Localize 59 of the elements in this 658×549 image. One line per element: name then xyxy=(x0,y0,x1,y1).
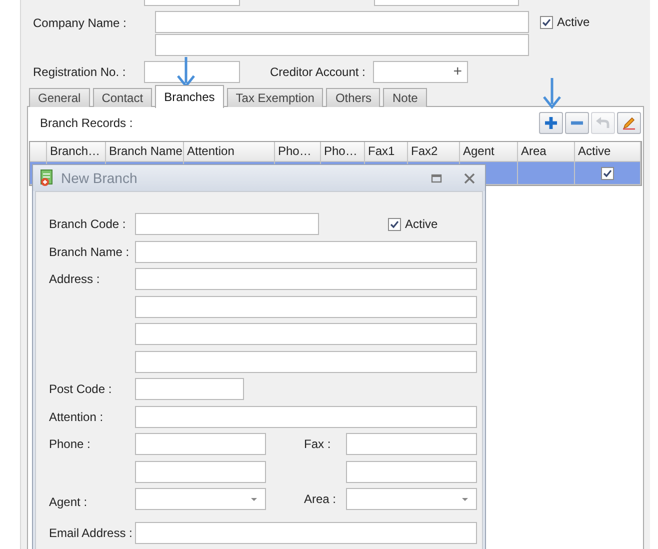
field-label: Post Code : xyxy=(49,381,113,398)
input-field[interactable] xyxy=(135,296,477,318)
pencil-icon xyxy=(621,115,637,131)
tab[interactable]: Branches xyxy=(155,85,224,108)
input-field[interactable] xyxy=(135,406,477,428)
input-field[interactable] xyxy=(135,240,477,262)
input-field[interactable] xyxy=(144,61,240,83)
input-field[interactable] xyxy=(135,268,477,290)
field-label: Email Address : xyxy=(49,524,134,542)
document-icon xyxy=(39,169,55,187)
checkbox[interactable] xyxy=(540,16,553,28)
down-arrow-icon xyxy=(542,78,562,109)
input-field[interactable] xyxy=(346,460,477,482)
input-field[interactable] xyxy=(135,350,477,372)
tab[interactable]: Note xyxy=(383,88,427,107)
checkbox[interactable] xyxy=(601,166,614,180)
field-label: Area : xyxy=(303,491,338,508)
field-label: Creditor Account : xyxy=(270,65,366,79)
field-label: Phone : xyxy=(49,436,92,453)
field-label: Attention : xyxy=(49,408,104,426)
dropdown-field[interactable] xyxy=(346,488,477,510)
tab[interactable]: General xyxy=(29,88,90,107)
add-button[interactable] xyxy=(539,112,563,134)
checkbox-label: Active xyxy=(405,217,438,231)
field-label: Branch Name : xyxy=(49,244,130,260)
close-icon xyxy=(464,172,475,184)
field-label: Agent : xyxy=(49,494,88,511)
field-label: Fax : xyxy=(303,436,332,453)
input-field[interactable] xyxy=(135,460,266,482)
input-field[interactable] xyxy=(346,433,477,455)
down-arrow-icon xyxy=(176,57,196,88)
caret-icon xyxy=(462,498,468,501)
tab[interactable]: Others xyxy=(326,88,380,107)
edit-button[interactable] xyxy=(617,112,641,134)
field-label: Registration No. : xyxy=(32,65,127,79)
input-field[interactable] xyxy=(155,11,529,33)
maximize-icon xyxy=(431,172,442,184)
dropdown-field[interactable] xyxy=(135,488,266,510)
input-field[interactable] xyxy=(135,378,244,400)
checkbox[interactable] xyxy=(388,218,401,230)
plus-button[interactable]: + xyxy=(448,63,467,81)
tab[interactable]: Contact xyxy=(92,88,152,107)
input-field[interactable] xyxy=(135,213,319,235)
plus-icon xyxy=(543,115,559,131)
input-field[interactable] xyxy=(135,323,477,345)
input-field[interactable] xyxy=(135,522,477,544)
section-label: Branch Records : xyxy=(40,116,133,130)
input-field[interactable] xyxy=(155,34,529,56)
field-label: Company Name : xyxy=(32,15,128,32)
caret-icon xyxy=(251,498,257,501)
tab[interactable]: Tax Exemption xyxy=(226,88,324,107)
field-label: Address : xyxy=(49,271,101,288)
undo-icon xyxy=(595,115,611,131)
checkbox-label: Active xyxy=(557,15,590,29)
window-title: New Branch xyxy=(61,170,138,186)
lookup-field[interactable]: + xyxy=(373,61,468,83)
field-label: Branch Code : xyxy=(49,216,127,233)
input-field[interactable] xyxy=(135,433,266,455)
remove-button[interactable] xyxy=(565,112,589,134)
